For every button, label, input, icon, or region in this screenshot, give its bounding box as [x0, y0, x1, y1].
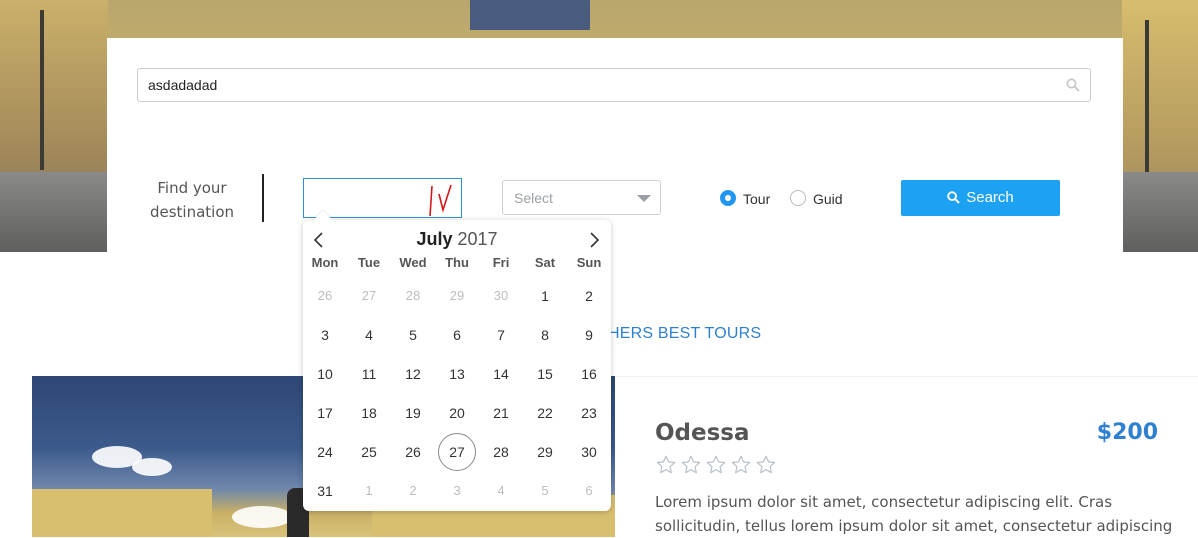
calendar-day[interactable]: 30: [570, 433, 608, 471]
calendar-day[interactable]: 9: [570, 316, 608, 354]
hero-sky: [470, 0, 590, 30]
vertical-divider: [262, 174, 264, 222]
search-button-label: Search: [966, 189, 1014, 206]
calendar-day[interactable]: 6: [570, 472, 608, 510]
date-picker-popup: July 2017 Mon Tue Wed Thu Fri Sat Sun 26 27 28 29 3…: [303, 210, 611, 511]
calendar-year: 2017: [457, 229, 498, 249]
calendar-day[interactable]: 1: [350, 472, 388, 510]
calendar-day[interactable]: 14: [482, 355, 520, 393]
star-outline-icon[interactable]: [680, 454, 702, 476]
calendar-day[interactable]: 26: [306, 277, 344, 315]
calendar-day[interactable]: 6: [438, 316, 476, 354]
calendar-day[interactable]: 26: [394, 433, 432, 471]
calendar-day[interactable]: 15: [526, 355, 564, 393]
calendar-day[interactable]: 16: [570, 355, 608, 393]
cloud: [232, 506, 292, 528]
tour-description: Lorem ipsum dolor sit amet, consectetur …: [655, 493, 1173, 535]
weekday-header: Tue: [357, 255, 381, 270]
caret-down-icon: [637, 195, 651, 202]
calendar-day[interactable]: 17: [306, 394, 344, 432]
calendar-day[interactable]: 29: [438, 277, 476, 315]
calendar-day[interactable]: 8: [526, 316, 564, 354]
image-building: [32, 489, 212, 537]
select-placeholder: Select: [514, 190, 553, 206]
tour-price: $200: [1096, 420, 1158, 445]
search-bar[interactable]: [137, 68, 1091, 102]
weekday-header: Sat: [534, 255, 556, 270]
search-input[interactable]: [148, 76, 1048, 94]
chevron-right-icon[interactable]: [586, 231, 602, 249]
calendar-month-year: July 2017: [303, 229, 611, 250]
category-select[interactable]: Select: [502, 180, 661, 215]
find-destination-label: Find your destination: [138, 176, 246, 224]
magnifier-icon: [947, 191, 961, 204]
date-input[interactable]: [303, 178, 462, 218]
calendar-day[interactable]: 13: [438, 355, 476, 393]
weekday-header: Mon: [311, 255, 339, 270]
weekday-header: Thu: [445, 255, 469, 270]
calendar-day[interactable]: 2: [394, 472, 432, 510]
calendar-day[interactable]: 22: [526, 394, 564, 432]
calendar-day[interactable]: 4: [482, 472, 520, 510]
radio-tour-label: Tour: [743, 191, 771, 207]
calendar-day[interactable]: 7: [482, 316, 520, 354]
calendar-day[interactable]: 29: [526, 433, 564, 471]
calendar-day[interactable]: 18: [350, 394, 388, 432]
handwritten-mark: [429, 184, 452, 217]
calendar-day[interactable]: 21: [482, 394, 520, 432]
calendar-day[interactable]: 3: [438, 472, 476, 510]
calendar-day[interactable]: 31: [306, 472, 344, 510]
cloud: [132, 458, 172, 476]
calendar-day[interactable]: 25: [350, 433, 388, 471]
calendar-day-today[interactable]: 27: [438, 433, 476, 471]
calendar-day[interactable]: 28: [482, 433, 520, 471]
calendar-day[interactable]: 11: [350, 355, 388, 393]
rating-stars[interactable]: [655, 454, 780, 476]
star-outline-icon[interactable]: [705, 454, 727, 476]
radio-dot[interactable]: [790, 190, 806, 206]
weekday-header: Wed: [399, 255, 427, 270]
hero-lamp: [40, 10, 44, 170]
calendar-day[interactable]: 5: [394, 316, 432, 354]
weekday-header: Fri: [492, 255, 510, 270]
tour-title: Odessa: [655, 420, 750, 446]
calendar-day[interactable]: 23: [570, 394, 608, 432]
radio-dot[interactable]: [720, 190, 736, 206]
calendar-day[interactable]: 2: [570, 277, 608, 315]
magnifier-icon[interactable]: [1066, 78, 1080, 92]
calendar-day[interactable]: 30: [482, 277, 520, 315]
calendar-day[interactable]: 3: [306, 316, 344, 354]
calendar-day[interactable]: 5: [526, 472, 564, 510]
hero-lamp: [1145, 20, 1149, 180]
radio-guid-label: Guid: [813, 191, 843, 207]
calendar-day[interactable]: 27: [350, 277, 388, 315]
find-label-line1: Find your: [157, 179, 227, 197]
weekday-header: Sun: [576, 255, 602, 270]
star-outline-icon[interactable]: [655, 454, 677, 476]
calendar-day[interactable]: 20: [438, 394, 476, 432]
calendar-day[interactable]: 1: [526, 277, 564, 315]
star-outline-icon[interactable]: [730, 454, 752, 476]
find-label-line2: destination: [149, 203, 235, 221]
calendar-day[interactable]: 19: [394, 394, 432, 432]
calendar-day[interactable]: 10: [306, 355, 344, 393]
section-title: HERS BEST TOURS: [608, 325, 762, 342]
calendar-day[interactable]: 4: [350, 316, 388, 354]
search-button[interactable]: Search: [901, 180, 1060, 216]
calendar-month: July: [416, 229, 453, 249]
calendar-day[interactable]: 24: [306, 433, 344, 471]
calendar-day[interactable]: 12: [394, 355, 432, 393]
calendar-day[interactable]: 28: [394, 277, 432, 315]
star-outline-icon[interactable]: [755, 454, 777, 476]
